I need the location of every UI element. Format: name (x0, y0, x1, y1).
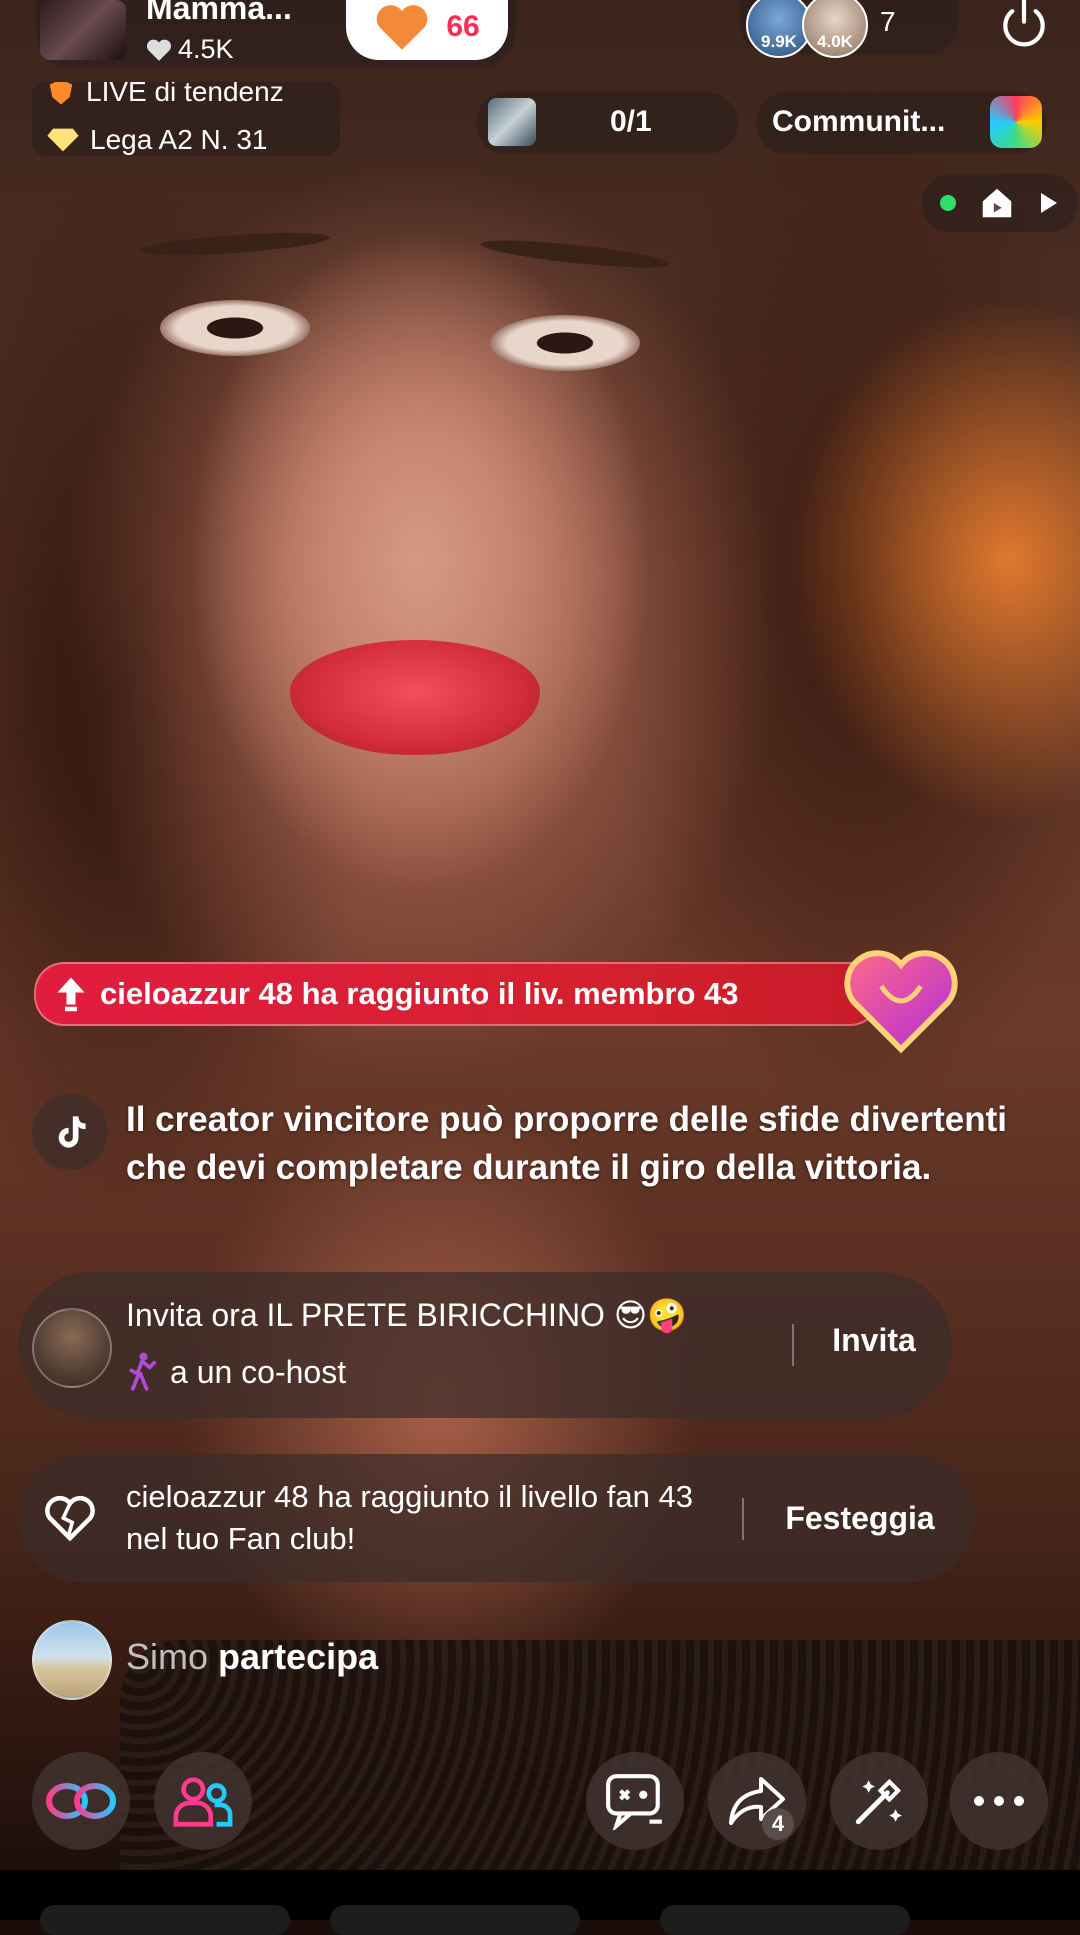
invitee-avatar[interactable] (32, 1308, 112, 1388)
level-up-banner: cieloazzur 48 ha raggiunto il liv. membr… (34, 962, 880, 1026)
joiner-avatar[interactable] (32, 1620, 112, 1700)
heart-icon (146, 39, 172, 61)
play-arrow-icon[interactable] (1038, 191, 1060, 215)
magic-wand-icon (855, 1778, 902, 1825)
nav-tab[interactable] (330, 1905, 580, 1935)
fan-club-text: cieloazzur 48 ha raggiunto il livello fa… (126, 1479, 693, 1556)
link-rings-icon (46, 1783, 116, 1819)
heart-icon (377, 5, 428, 50)
host-name[interactable]: Mamma... (146, 0, 292, 27)
effects-button[interactable] (830, 1752, 928, 1850)
league-label: Lega A2 N. 31 (90, 124, 268, 155)
like-count: 66 (446, 10, 480, 43)
system-message: Il creator vincitore può proporre delle … (126, 1100, 1008, 1187)
top-viewer-score: 4.0K (817, 32, 853, 51)
invite-subtext: a un co-host (126, 1352, 346, 1392)
share-count: 4 (762, 1808, 794, 1840)
top-viewer-score: 9.9K (761, 32, 797, 51)
video-feature (490, 315, 640, 371)
shield-icon (49, 82, 73, 105)
divider (742, 1498, 744, 1540)
more-button[interactable] (950, 1752, 1048, 1850)
video-feature (139, 228, 331, 260)
video-feature (290, 640, 540, 755)
dancer-icon (129, 1352, 157, 1391)
invite-subtext-label: a un co-host (170, 1353, 347, 1390)
heart-outline-icon (45, 1495, 95, 1542)
community-label: Communit... (772, 105, 946, 138)
game-chat-icon (606, 1774, 662, 1830)
power-icon (1003, 0, 1045, 47)
trending-label: LIVE di tendenz (86, 82, 284, 107)
goal-thumbnail (488, 98, 536, 146)
close-live-button[interactable] (994, 0, 1054, 52)
tiktok-system-icon (32, 1094, 108, 1170)
level-up-text: cieloazzur 48 ha raggiunto il liv. membr… (100, 976, 739, 1011)
fan-heart-icon (844, 950, 958, 1054)
live-video (0, 0, 1080, 1870)
league-badge: Lega A2 N. 31 (46, 124, 267, 156)
people-icon (173, 1777, 233, 1827)
divider (792, 1324, 794, 1366)
more-dots-icon (974, 1796, 1024, 1806)
goal-progress: 0/1 (610, 105, 652, 138)
celebrate-button[interactable]: Festeggia (760, 1500, 960, 1537)
host-likes-count: 4.5K (178, 34, 234, 64)
live-status-dot (940, 195, 956, 211)
viewer-count[interactable]: 7 (880, 6, 896, 38)
invite-text: Invita ora IL PRETE BIRICCHINO 😎🤪 (126, 1297, 688, 1333)
joiner-name[interactable]: Simo (126, 1636, 208, 1677)
top-viewer-avatar[interactable]: 4.0K (802, 0, 868, 58)
guests-button[interactable] (154, 1752, 252, 1850)
multi-guest-button[interactable] (32, 1752, 130, 1850)
diamond-icon (47, 128, 79, 152)
home-icon[interactable] (978, 184, 1016, 222)
join-action: partecipa (218, 1636, 379, 1677)
ranking-badges[interactable]: LIVE di tendenz Lega A2 N. 31 (32, 82, 340, 156)
video-feature (160, 300, 310, 356)
community-icon (990, 96, 1042, 148)
share-button[interactable] (708, 1752, 806, 1850)
fan-club-icon (32, 1480, 108, 1556)
nav-tab[interactable] (660, 1905, 910, 1935)
nav-tab[interactable] (40, 1905, 290, 1935)
trending-badge: LIVE di tendenz (46, 82, 284, 108)
arrow-up-icon (57, 977, 85, 1012)
invite-button[interactable]: Invita (800, 1322, 948, 1359)
games-button[interactable] (586, 1752, 684, 1850)
like-button[interactable]: 66 (346, 0, 508, 60)
video-feature (479, 235, 671, 273)
tiktok-icon (58, 1116, 86, 1148)
join-message: Simo partecipa (126, 1636, 378, 1678)
host-avatar[interactable] (40, 0, 126, 60)
host-likes: 4.5K (146, 34, 234, 65)
